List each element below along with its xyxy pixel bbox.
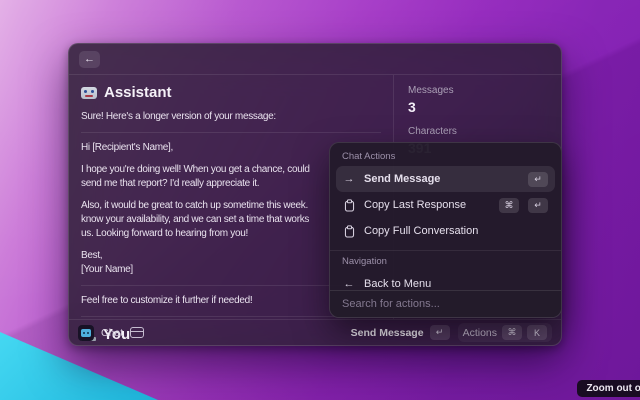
footer-chat-label: Chat xyxy=(101,327,123,339)
return-key-badge: ↵ xyxy=(528,198,548,213)
arrow-left-icon: ← xyxy=(84,53,95,65)
actions-label: Actions xyxy=(463,327,497,339)
send-message-button[interactable]: Send Message ↵ xyxy=(351,325,450,340)
desktop: ← Assistant Sure! Here's a longer versio… xyxy=(0,0,640,400)
window-footer: Chat Send Message ↵ Actions ⌘ K xyxy=(69,319,561,345)
divider xyxy=(81,132,381,133)
k-key-badge: K xyxy=(527,325,547,340)
chat-actions-palette: Chat Actions → Send Message ↵ Copy Last … xyxy=(329,142,562,318)
assistant-name: Assistant xyxy=(104,84,172,101)
palette-item-label: Back to Menu xyxy=(364,278,431,290)
window-header: ← xyxy=(69,44,561,74)
robot-icon xyxy=(81,87,97,99)
messages-value: 3 xyxy=(408,99,547,115)
palette-section-label: Navigation xyxy=(330,256,561,267)
return-key-badge: ↵ xyxy=(430,325,450,340)
palette-search-input[interactable] xyxy=(330,298,561,310)
send-message-label: Send Message xyxy=(351,327,424,339)
panel-toggle-icon[interactable] xyxy=(130,327,144,338)
characters-label: Characters xyxy=(408,126,547,137)
palette-section-label: Chat Actions xyxy=(330,151,561,162)
zoom-out-label: Zoom out on xyxy=(586,383,640,394)
return-key-badge: ↵ xyxy=(528,172,548,187)
clipboard-icon xyxy=(343,199,355,212)
palette-item-label: Copy Full Conversation xyxy=(364,225,478,237)
assistant-heading: Assistant xyxy=(81,84,381,101)
messages-label: Messages xyxy=(408,85,547,96)
divider xyxy=(330,250,561,251)
palette-item-send-message[interactable]: → Send Message ↵ xyxy=(336,166,555,192)
back-button[interactable]: ← xyxy=(79,51,100,68)
command-key-badge: ⌘ xyxy=(502,325,522,340)
zoom-out-button[interactable]: Zoom out on xyxy=(577,380,640,397)
assistant-intro-text: Sure! Here's a longer version of your me… xyxy=(81,110,381,124)
palette-item-copy-full-conversation[interactable]: Copy Full Conversation xyxy=(336,218,555,244)
footer-actions: Send Message ↵ Actions ⌘ K xyxy=(351,323,552,342)
arrow-right-icon: → xyxy=(343,173,355,185)
app-robot-icon xyxy=(78,325,94,341)
command-key-badge: ⌘ xyxy=(499,198,519,213)
palette-search-bar xyxy=(330,290,561,317)
arrow-left-icon: ← xyxy=(343,278,355,290)
actions-button[interactable]: Actions ⌘ K xyxy=(458,323,552,342)
app-window: ← Assistant Sure! Here's a longer versio… xyxy=(68,43,562,346)
palette-item-label: Copy Last Response xyxy=(364,199,466,211)
palette-item-copy-last-response[interactable]: Copy Last Response ⌘ ↵ xyxy=(336,192,555,218)
clipboard-icon xyxy=(343,225,355,238)
palette-item-label: Send Message xyxy=(364,173,440,185)
